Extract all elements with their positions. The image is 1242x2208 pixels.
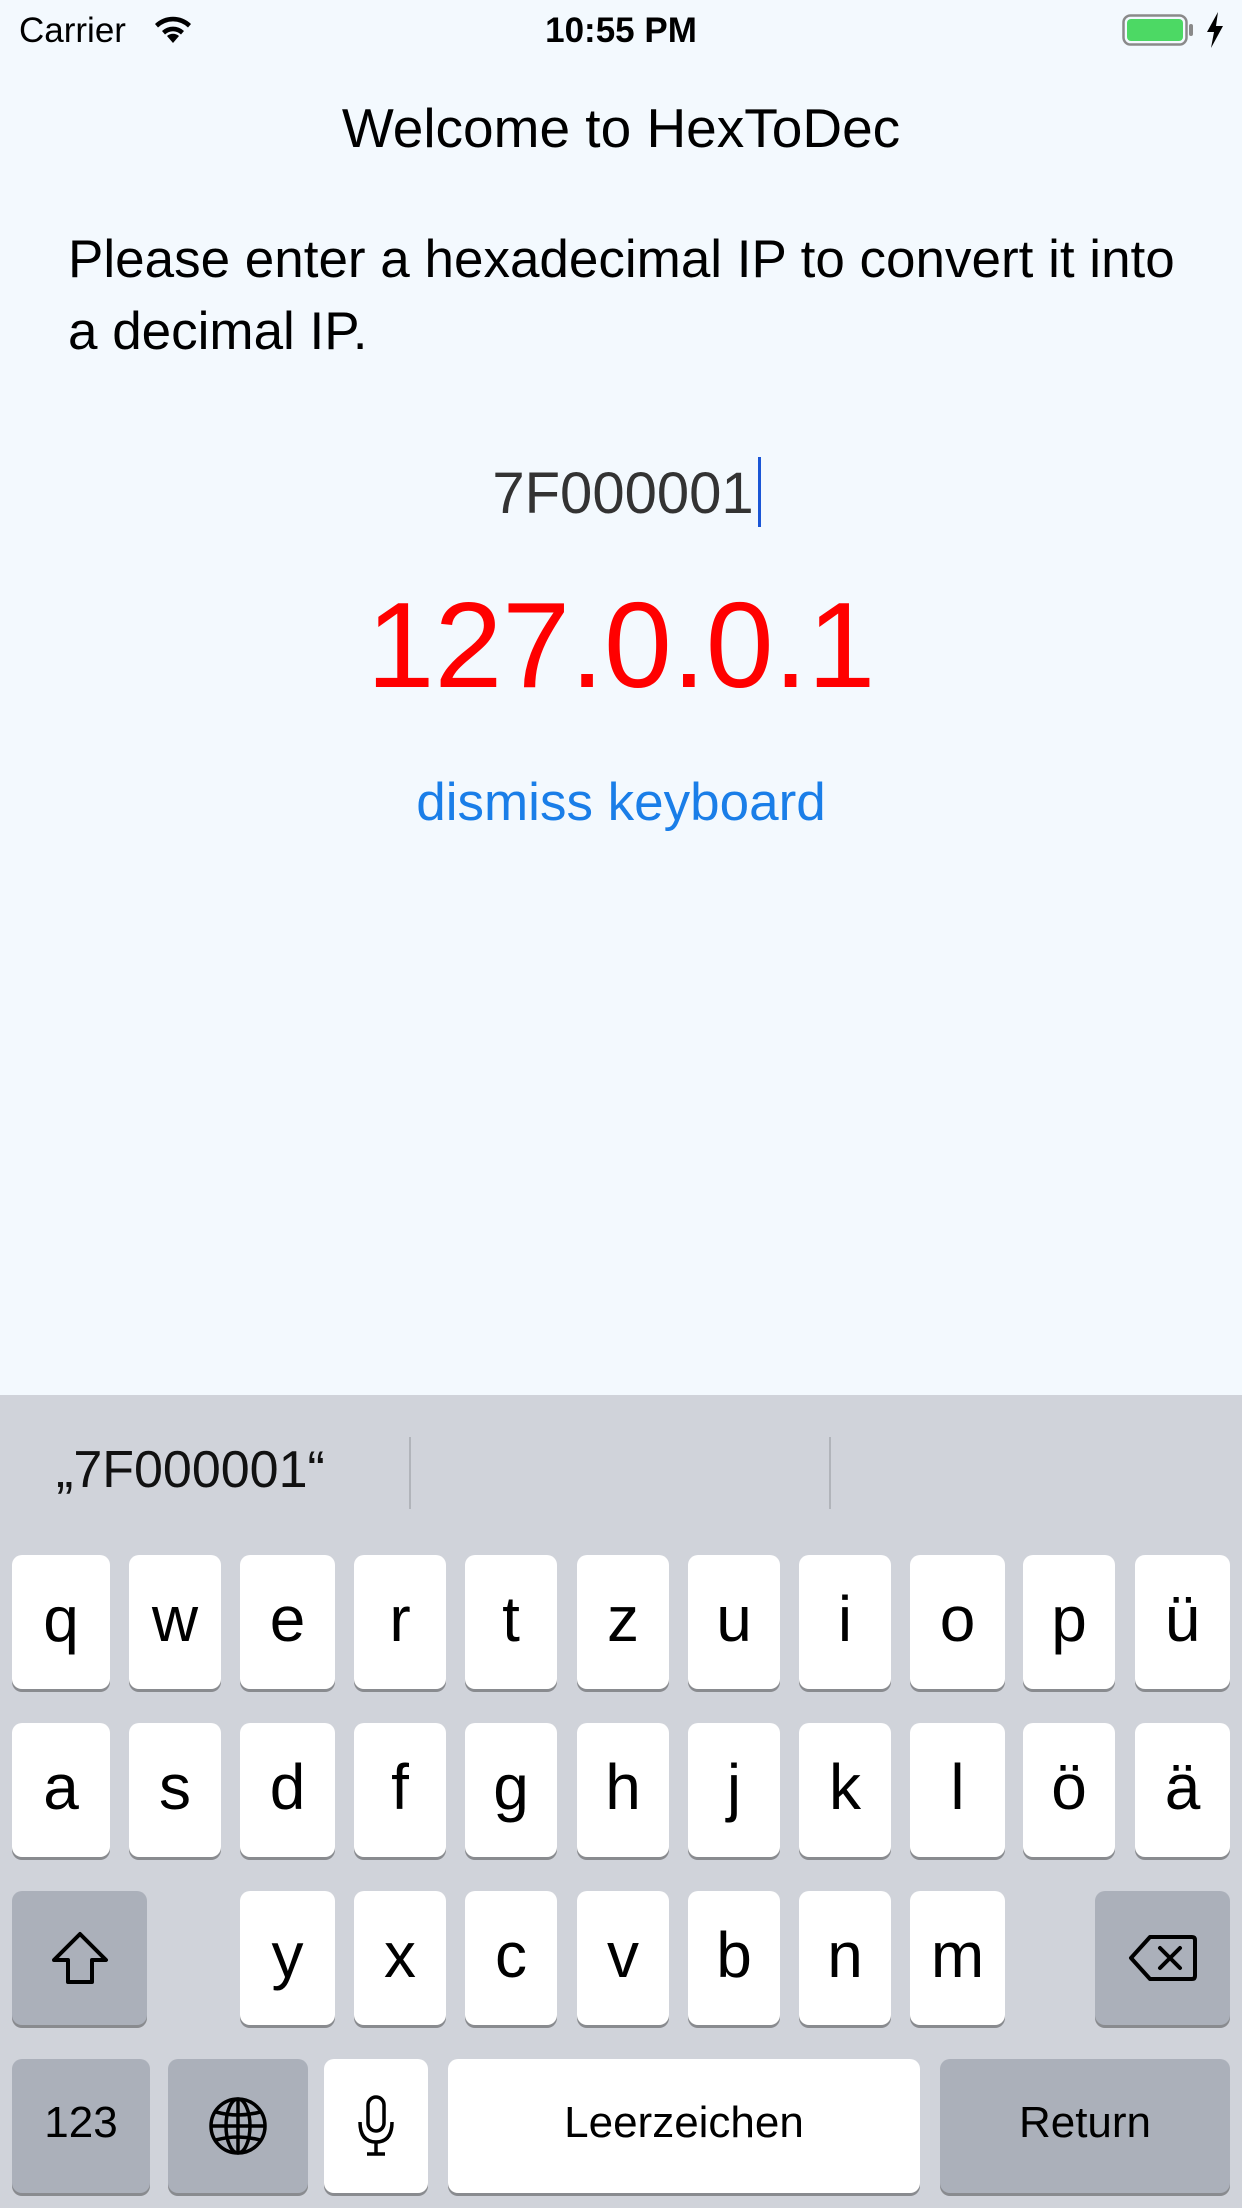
return-key[interactable]: Return [940, 2059, 1230, 2193]
status-time: 10:55 PM [545, 11, 697, 50]
key-y[interactable]: y [240, 1891, 335, 2025]
dismiss-keyboard-button[interactable]: dismiss keyboard [0, 768, 1242, 838]
globe-icon [209, 2097, 267, 2155]
globe-key[interactable] [168, 2059, 308, 2193]
key-i[interactable]: i [799, 1555, 891, 1689]
key-o-umlaut[interactable]: ö [1023, 1723, 1115, 1857]
key-t[interactable]: t [465, 1555, 557, 1689]
key-z[interactable]: z [577, 1555, 669, 1689]
key-j[interactable]: j [688, 1723, 780, 1857]
suggestion-item[interactable]: „7F000001“ [56, 1435, 325, 1505]
hex-input[interactable] [300, 450, 946, 536]
keyboard: „7F000001“ q w e r t z u i o p ü a s d f… [0, 1395, 1242, 2208]
page-title: Welcome to HexToDec [341, 97, 901, 159]
key-l[interactable]: l [910, 1723, 1005, 1857]
status-bar: Carrier 10:55 PM [0, 0, 1242, 62]
key-d[interactable]: d [240, 1723, 335, 1857]
bolt-icon [1207, 12, 1223, 48]
key-v[interactable]: v [577, 1891, 669, 2025]
key-u[interactable]: u [688, 1555, 780, 1689]
key-x[interactable]: x [354, 1891, 446, 2025]
key-g[interactable]: g [465, 1723, 557, 1857]
key-b[interactable]: b [688, 1891, 780, 2025]
delete-icon [1128, 1935, 1197, 1981]
key-k[interactable]: k [799, 1723, 891, 1857]
key-r[interactable]: r [354, 1555, 446, 1689]
text-caret [758, 457, 761, 527]
key-e[interactable]: e [240, 1555, 335, 1689]
shift-icon [51, 1932, 108, 1984]
app-screen: Carrier 10:55 PM Welcome to HexToDec Ple… [0, 0, 1242, 2208]
key-o[interactable]: o [910, 1555, 1005, 1689]
shift-key[interactable] [12, 1891, 147, 2025]
key-a-umlaut[interactable]: ä [1135, 1723, 1230, 1857]
suggestion-bar: „7F000001“ [0, 1395, 1242, 1535]
key-h[interactable]: h [577, 1723, 669, 1857]
key-q[interactable]: q [12, 1555, 110, 1689]
suggestion-divider [829, 1437, 831, 1509]
key-c[interactable]: c [465, 1891, 557, 2025]
key-p[interactable]: p [1023, 1555, 1115, 1689]
space-key[interactable]: Leerzeichen [448, 2059, 920, 2193]
key-m[interactable]: m [910, 1891, 1005, 2025]
battery-icon [1122, 14, 1193, 46]
key-s[interactable]: s [129, 1723, 221, 1857]
suggestion-divider [409, 1437, 411, 1509]
key-a[interactable]: a [12, 1723, 110, 1857]
key-w[interactable]: w [129, 1555, 221, 1689]
key-u-umlaut[interactable]: ü [1135, 1555, 1230, 1689]
numbers-key[interactable]: 123 [12, 2059, 150, 2193]
microphone-key[interactable] [324, 2059, 428, 2193]
decimal-result: 127.0.0.1 [366, 577, 876, 713]
key-f[interactable]: f [354, 1723, 446, 1857]
delete-key[interactable] [1095, 1891, 1230, 2025]
instructions-text: Please enter a hexadecimal IP to convert… [68, 230, 1175, 361]
key-n[interactable]: n [799, 1891, 891, 2025]
microphone-icon [358, 2095, 394, 2156]
